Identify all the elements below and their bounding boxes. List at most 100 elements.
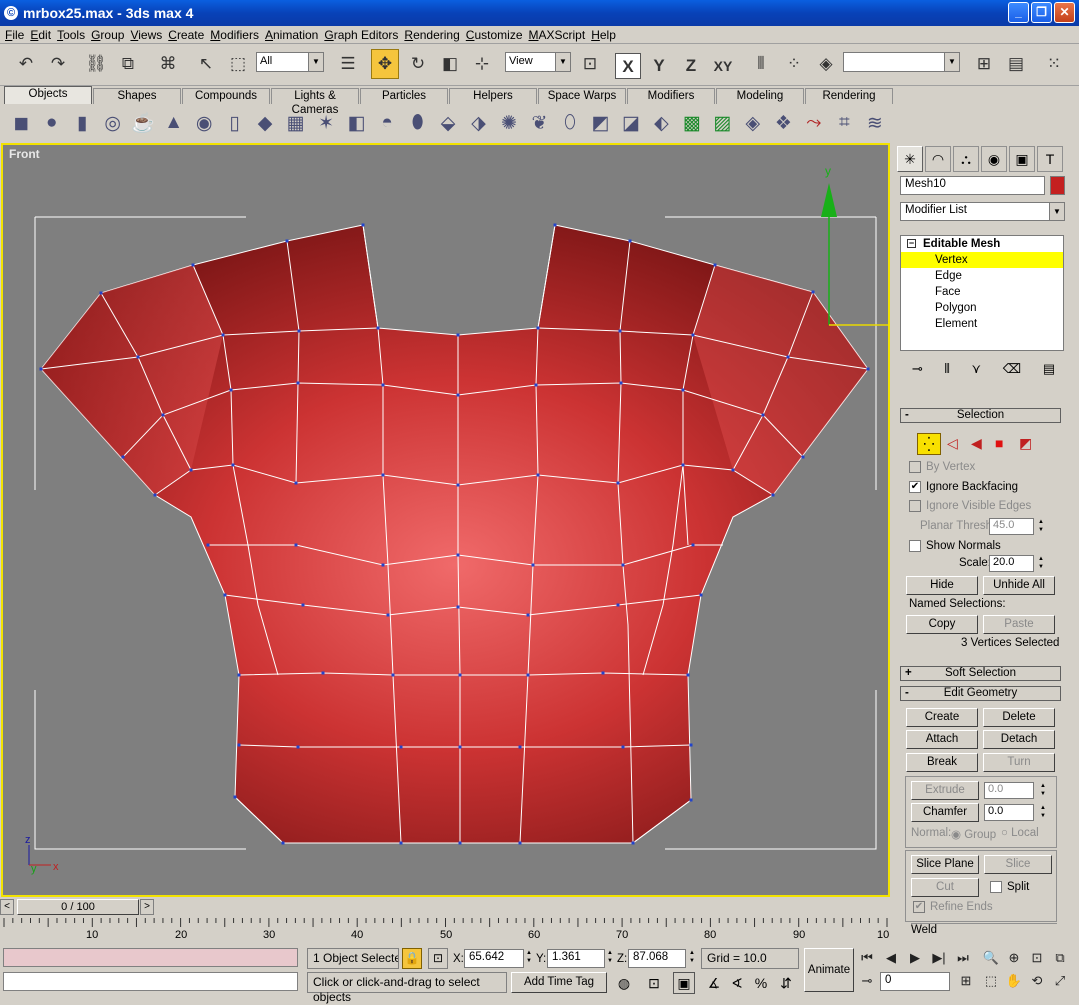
vertex-point[interactable] (691, 543, 695, 547)
paste-button[interactable]: Paste (983, 615, 1055, 634)
z-coord-field[interactable]: 87.068 (628, 949, 686, 968)
vertex-point[interactable] (518, 745, 522, 749)
select-link-icon[interactable]: ⛓ (82, 49, 110, 79)
edge-mode-icon[interactable]: ◁ (947, 435, 958, 452)
vertex-point[interactable] (381, 473, 385, 477)
cylinder-icon[interactable]: ▮ (67, 107, 97, 139)
scale-spinner[interactable]: ▲ ▼ (1037, 555, 1045, 572)
turn-button[interactable]: Turn (983, 753, 1055, 772)
bind-space-warp-icon[interactable]: ⌘ (154, 49, 182, 79)
stack-item-element[interactable]: Element (901, 316, 1063, 332)
c-ext-icon[interactable]: ◪ (616, 107, 646, 139)
vertex-point[interactable] (866, 367, 870, 371)
bone-icon[interactable]: ⤳ (799, 107, 829, 139)
menu-file[interactable]: File (4, 28, 29, 42)
delete-button[interactable]: Delete (983, 708, 1055, 727)
make-unique-icon[interactable]: ⋎ (972, 361, 982, 381)
redo-icon[interactable]: ↷ (44, 49, 72, 79)
split-checkbox[interactable]: Split (990, 881, 1029, 893)
vertex-point[interactable] (301, 603, 305, 607)
vertex-point[interactable] (456, 605, 460, 609)
vertex-point[interactable] (686, 673, 690, 677)
l-ext-icon[interactable]: ◩ (585, 107, 615, 139)
slice-button[interactable]: Slice (984, 855, 1052, 874)
vertex-point[interactable] (361, 223, 365, 227)
tab-modeling[interactable]: Modeling (716, 88, 804, 104)
vertex-point[interactable] (206, 543, 210, 547)
zoom-all-icon[interactable]: ⊕ (1003, 947, 1025, 969)
move-icon[interactable]: ✥ (371, 49, 399, 79)
minimize-button[interactable]: _ (1008, 2, 1029, 23)
teapot-icon[interactable]: ☕ (128, 107, 158, 139)
create-button[interactable]: Create (906, 708, 978, 727)
vertex-point[interactable] (456, 483, 460, 487)
axis-z-button[interactable]: Z (678, 53, 704, 79)
tab-rendering[interactable]: Rendering (805, 88, 893, 104)
vertex-point[interactable] (296, 745, 300, 749)
element-mode-icon[interactable]: ◩ (1019, 435, 1032, 452)
menu-animation[interactable]: Animation (264, 28, 323, 42)
object-color-swatch[interactable] (1050, 176, 1065, 195)
time-config-icon[interactable]: ⊞ (955, 970, 977, 992)
vertex-point[interactable] (296, 381, 300, 385)
vertex-point[interactable] (689, 798, 693, 802)
vertex-point[interactable] (631, 841, 635, 845)
vertex-point[interactable] (681, 388, 685, 392)
viewport-front[interactable]: y z y x Front (1, 143, 890, 897)
track-bar[interactable]: 10 20 30 40 50 60 70 80 90 10 (0, 918, 890, 946)
vertex-point[interactable] (621, 563, 625, 567)
extrude-amount-field[interactable]: 0.0 (984, 782, 1034, 799)
vertex-point[interactable] (294, 543, 298, 547)
vertex-point[interactable] (699, 593, 703, 597)
z-spinner[interactable]: ▲ ▼ (688, 949, 696, 966)
vertex-point[interactable] (618, 329, 622, 333)
chamfer-button[interactable]: Chamfer (911, 803, 979, 822)
schematic-view-icon[interactable]: ▤ (1002, 49, 1030, 79)
vertex-point[interactable] (731, 468, 735, 472)
reference-coord-dropdown[interactable]: View ▼ (505, 52, 571, 72)
prev-frame-icon[interactable]: < (0, 899, 14, 915)
menu-views[interactable]: Views (129, 28, 167, 42)
vertex-point[interactable] (223, 593, 227, 597)
key-mode-icon[interactable]: ⊸ (856, 970, 878, 992)
vertex-point[interactable] (221, 333, 225, 337)
arc-rotate-icon[interactable]: ⟲ (1026, 970, 1048, 992)
add-time-tag-button[interactable]: Add Time Tag (511, 972, 607, 993)
hierarchy-tab-icon[interactable]: ⛬ (953, 146, 979, 172)
axis-y-button[interactable]: Y (646, 53, 672, 79)
vertex-mode-icon[interactable]: ⁛ (917, 433, 941, 455)
slice-plane-button[interactable]: Slice Plane (911, 855, 979, 874)
dummy-icon[interactable]: ⌗ (829, 107, 859, 139)
vertex-point[interactable] (297, 329, 301, 333)
vertex-point[interactable] (621, 745, 625, 749)
menu-create[interactable]: Create (167, 28, 209, 42)
soft-selection-rollout-header[interactable]: + Soft Selection (900, 666, 1061, 681)
axis-xy-button[interactable]: XY (710, 53, 736, 79)
menu-modifiers[interactable]: Modifiers (209, 28, 264, 42)
vertex-point[interactable] (121, 455, 125, 459)
lock-selection-icon[interactable]: 🔒 (402, 948, 422, 969)
vertex-point[interactable] (458, 745, 462, 749)
vertex-point[interactable] (553, 223, 557, 227)
cone-icon[interactable]: ▲ (158, 107, 188, 139)
go-to-end-icon[interactable]: ⏭ (952, 947, 974, 969)
y-spinner[interactable]: ▲ ▼ (606, 949, 614, 966)
vertex-point[interactable] (136, 355, 140, 359)
vertex-point[interactable] (294, 481, 298, 485)
vertex-point[interactable] (458, 841, 462, 845)
vertex-point[interactable] (285, 239, 289, 243)
ignore-visible-edges-checkbox[interactable]: Ignore Visible Edges (909, 500, 1031, 512)
vertex-point[interactable] (391, 673, 395, 677)
spring-icon[interactable]: ≋ (860, 107, 890, 139)
vertex-point[interactable] (801, 455, 805, 459)
vertex-point[interactable] (399, 841, 403, 845)
animate-button[interactable]: Animate (804, 948, 854, 992)
angle-snap-icon[interactable]: ∢ (726, 972, 748, 994)
region-zoom-icon[interactable]: ⬚ (980, 970, 1002, 992)
tab-modifiers[interactable]: Modifiers (627, 88, 715, 104)
vertex-point[interactable] (689, 743, 693, 747)
tab-lights-cameras[interactable]: Lights & Cameras (271, 88, 359, 116)
undo-icon[interactable]: ↶ (12, 49, 40, 79)
manipulate-icon[interactable]: ⊹ (468, 49, 496, 79)
pivot-center-icon[interactable]: ⊡ (576, 49, 604, 79)
